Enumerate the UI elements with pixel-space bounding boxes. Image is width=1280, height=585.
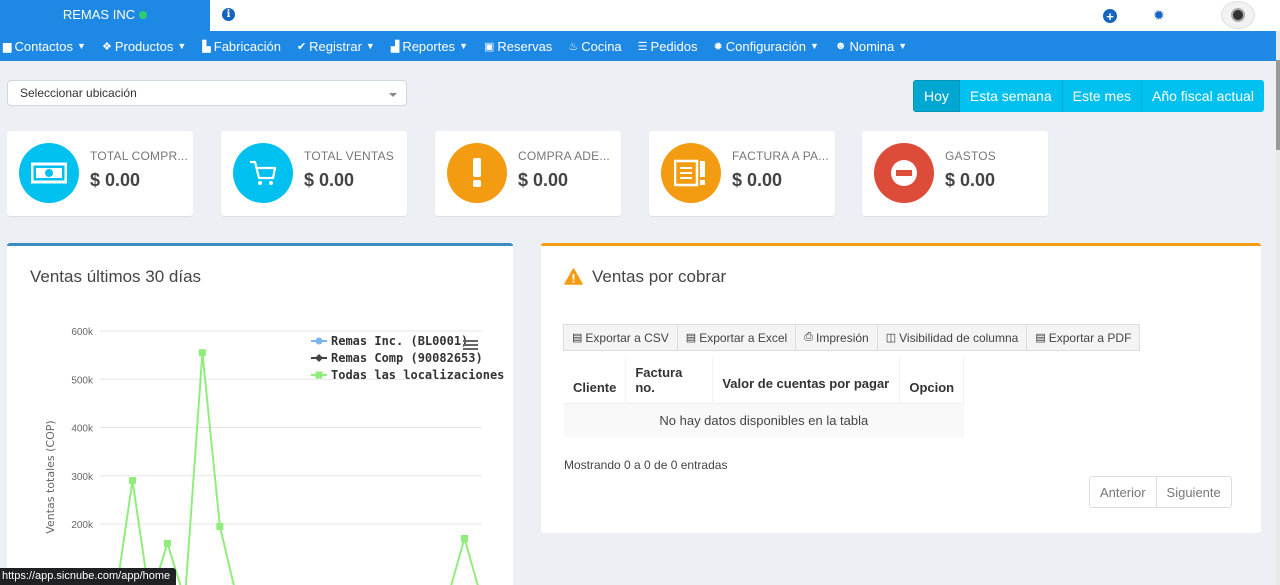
file-csv-icon: ▤ bbox=[572, 332, 583, 344]
warning-triangle-icon bbox=[564, 268, 583, 285]
column-header-factura[interactable]: Factura no. bbox=[625, 357, 714, 404]
info-box-value: $ 0.00 bbox=[518, 170, 569, 190]
cubes-icon: ❖ bbox=[101, 40, 112, 53]
cog-icon: ✹ bbox=[713, 40, 723, 53]
date-this-month-button[interactable]: Este mes bbox=[1062, 80, 1142, 112]
info-box-value: $ 0.00 bbox=[304, 170, 355, 190]
location-select[interactable]: Seleccionar ubicación bbox=[7, 80, 407, 106]
nav-item-productos[interactable]: ❖ Productos ▼ bbox=[102, 39, 186, 54]
users-icon: ☻ bbox=[834, 40, 847, 52]
chevron-down-icon: ▼ bbox=[459, 41, 468, 51]
location-select-placeholder: Seleccionar ubicación bbox=[20, 86, 137, 100]
chevron-down-icon: ▼ bbox=[365, 41, 375, 51]
nav-item-reportes[interactable]: ▟ Reportes ▼ bbox=[391, 39, 468, 54]
top-header: REMAS INC i + ✹ bbox=[0, 0, 1280, 31]
nav-item-cocina[interactable]: ♨ Cocina bbox=[568, 39, 621, 54]
info-box-value: $ 0.00 bbox=[90, 170, 141, 190]
print-button[interactable]: ⎙ Impresión bbox=[795, 324, 878, 351]
money-icon bbox=[19, 143, 79, 203]
column-visibility-button[interactable]: ◫ Visibilidad de columna bbox=[876, 324, 1028, 351]
column-header-cliente[interactable]: Cliente bbox=[564, 357, 627, 404]
info-box-value: $ 0.00 bbox=[732, 170, 783, 190]
main-nav: ▆ Contactos ▼ ❖ Productos ▼ ▙ Fabricación ✔ Re… bbox=[0, 31, 1276, 61]
info-box-gastos: GASTOS $ 0.00 bbox=[862, 131, 1048, 216]
status-bar-url: https://app.sicnube.com/app/home bbox=[0, 568, 177, 585]
dropdown-arrow-icon bbox=[389, 93, 397, 97]
brand-name: REMAS INC bbox=[62, 7, 136, 22]
empty-table-message: No hay datos disponibles en la tabla bbox=[564, 403, 964, 437]
next-page-button[interactable]: Siguiente bbox=[1155, 476, 1232, 508]
column-header-opcion[interactable]: Opcion bbox=[899, 357, 965, 404]
export-csv-button[interactable]: ▤ Exportar a CSV bbox=[563, 324, 678, 351]
online-status-dot bbox=[139, 10, 148, 19]
check-circle-icon: ✔ bbox=[296, 40, 307, 53]
receivables-title: Ventas por cobrar bbox=[592, 267, 727, 286]
nav-item-fabricacion[interactable]: ▙ Fabricación bbox=[202, 39, 281, 54]
info-box-compra-adeudada: COMPRA ADE... $ 0.00 bbox=[435, 131, 621, 216]
address-book-icon: ▆ bbox=[3, 40, 12, 53]
nav-item-reservas[interactable]: ▣ Reservas bbox=[484, 39, 552, 54]
invoice-icon bbox=[661, 143, 721, 203]
chevron-down-icon: ▼ bbox=[898, 41, 908, 51]
sales-chart-panel: Ventas últimos 30 días bbox=[7, 243, 513, 585]
minus-circle-icon bbox=[874, 143, 934, 203]
column-header-valor[interactable]: Valor de cuentas por pagar bbox=[712, 357, 901, 404]
calendar-check-icon: ▣ bbox=[483, 40, 495, 53]
fire-icon: ♨ bbox=[568, 40, 579, 53]
date-fiscal-year-button[interactable]: Año fiscal actual bbox=[1141, 80, 1264, 112]
columns-icon: ◫ bbox=[885, 332, 897, 344]
cart-icon bbox=[233, 143, 293, 203]
nav-item-configuracion[interactable]: ✹ Configuración ▼ bbox=[714, 39, 819, 54]
scrollbar-thumb[interactable] bbox=[1276, 60, 1280, 150]
sales-chart-title: Ventas últimos 30 días bbox=[30, 267, 202, 286]
export-excel-button[interactable]: ▤ Exportar a Excel bbox=[676, 324, 797, 351]
export-pdf-button[interactable]: ▤ Exportar a PDF bbox=[1026, 324, 1141, 351]
info-box-label: GASTOS bbox=[945, 149, 996, 163]
chevron-down-icon: ▼ bbox=[809, 41, 819, 51]
file-pdf-icon: ▤ bbox=[1035, 332, 1046, 344]
brand-logo[interactable]: REMAS INC bbox=[0, 0, 210, 31]
print-icon: ⎙ bbox=[804, 331, 814, 343]
info-circle-icon[interactable]: i bbox=[222, 8, 235, 21]
pagination: Anterior Siguiente bbox=[1089, 476, 1232, 508]
date-range-group: Hoy Esta semana Este mes Año fiscal actu… bbox=[913, 80, 1264, 112]
info-box-total-compras: TOTAL COMPR... $ 0.00 bbox=[7, 131, 193, 216]
nav-item-nomina[interactable]: ☻ Nomina ▼ bbox=[835, 39, 907, 54]
info-box-label: COMPRA ADE... bbox=[518, 149, 610, 163]
nav-item-pedidos[interactable]: ☰ Pedidos bbox=[638, 39, 698, 54]
chevron-down-icon: ▼ bbox=[77, 41, 86, 51]
table-info: Mostrando 0 a 0 de 0 entradas bbox=[564, 458, 728, 472]
previous-page-button[interactable]: Anterior bbox=[1089, 476, 1157, 508]
info-box-label: TOTAL VENTAS bbox=[304, 149, 394, 163]
info-box-factura-pagar: FACTURA A PA... $ 0.00 bbox=[649, 131, 835, 216]
info-box-label: FACTURA A PA... bbox=[732, 149, 829, 163]
user-avatar-icon[interactable] bbox=[1221, 1, 1255, 29]
receivables-table: Cliente Factura no. Valor de cuentas por… bbox=[564, 357, 965, 437]
exclamation-icon bbox=[447, 143, 507, 203]
gear-icon[interactable]: ✹ bbox=[1153, 7, 1165, 24]
nav-item-contactos[interactable]: ▆ Contactos ▼ bbox=[3, 39, 86, 54]
chevron-down-icon: ▼ bbox=[177, 41, 187, 51]
export-toolbar: ▤ Exportar a CSV ▤ Exportar a Excel ⎙ Impre… bbox=[563, 324, 1141, 351]
nav-item-registrar[interactable]: ✔ Registrar ▼ bbox=[297, 39, 375, 54]
plus-circle-icon[interactable]: + bbox=[1103, 9, 1117, 23]
file-excel-icon: ▤ bbox=[685, 332, 697, 344]
info-box-value: $ 0.00 bbox=[945, 170, 996, 190]
industry-icon: ▙ bbox=[202, 40, 211, 53]
date-this-week-button[interactable]: Esta semana bbox=[959, 80, 1063, 112]
date-today-button[interactable]: Hoy bbox=[913, 80, 960, 112]
chart-icon: ▟ bbox=[390, 40, 400, 53]
info-box-label: TOTAL COMPR... bbox=[90, 149, 188, 163]
list-alt-icon: ☰ bbox=[637, 40, 648, 53]
info-box-total-ventas: TOTAL VENTAS $ 0.00 bbox=[221, 131, 407, 216]
